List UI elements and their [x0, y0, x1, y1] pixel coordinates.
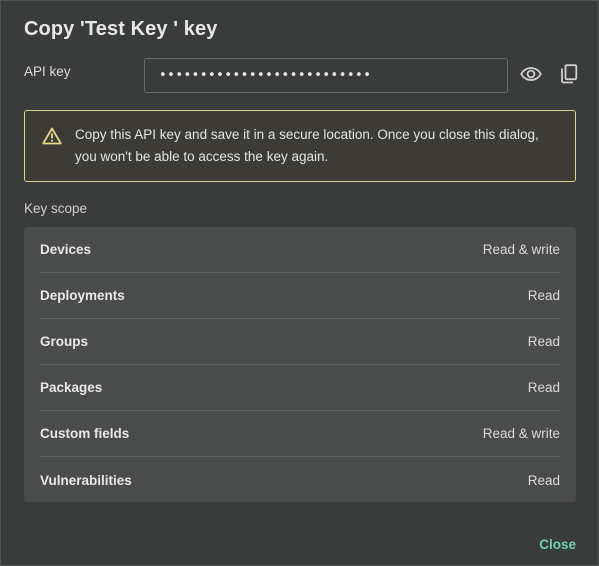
- scope-row-custom-fields: Custom fields Read & write: [40, 411, 560, 457]
- warning-icon: [42, 127, 62, 145]
- scope-name: Custom fields: [40, 426, 130, 441]
- key-scope-heading: Key scope: [24, 201, 88, 216]
- scope-permission: Read: [527, 380, 560, 395]
- scope-permission: Read: [527, 472, 560, 488]
- scope-permission: Read & write: [482, 426, 560, 441]
- api-key-field[interactable]: [144, 58, 508, 93]
- scope-name: Groups: [40, 334, 89, 349]
- api-key-label: API key: [24, 64, 71, 79]
- scope-row-deployments: Deployments Read: [40, 273, 560, 319]
- key-scope-list: Devices Read & write Deployments Read Gr…: [24, 227, 576, 502]
- eye-icon: [520, 67, 542, 81]
- scope-name: Vulnerabilities: [40, 472, 132, 488]
- copy-api-key-dialog: Copy 'Test Key ' key API key Copy this A…: [0, 0, 599, 566]
- copy-icon: [561, 64, 578, 84]
- scope-row-devices: Devices Read & write: [40, 227, 560, 273]
- copy-key-button[interactable]: [556, 61, 582, 87]
- dialog-title: Copy 'Test Key ' key: [24, 18, 218, 40]
- warning-banner: Copy this API key and save it in a secur…: [24, 110, 576, 182]
- scope-permission: Read & write: [482, 242, 560, 257]
- scope-row-vulnerabilities: Vulnerabilities Read: [40, 457, 560, 503]
- scope-name: Devices: [40, 242, 92, 257]
- warning-text: Copy this API key and save it in a secur…: [75, 127, 539, 164]
- close-button[interactable]: Close: [539, 537, 576, 552]
- scope-row-groups: Groups Read: [40, 319, 560, 365]
- scope-permission: Read: [527, 334, 560, 349]
- scope-name: Packages: [40, 380, 103, 395]
- scope-permission: Read: [527, 288, 560, 303]
- scope-row-packages: Packages Read: [40, 365, 560, 411]
- show-key-button[interactable]: [518, 61, 544, 87]
- scope-name: Deployments: [40, 288, 125, 303]
